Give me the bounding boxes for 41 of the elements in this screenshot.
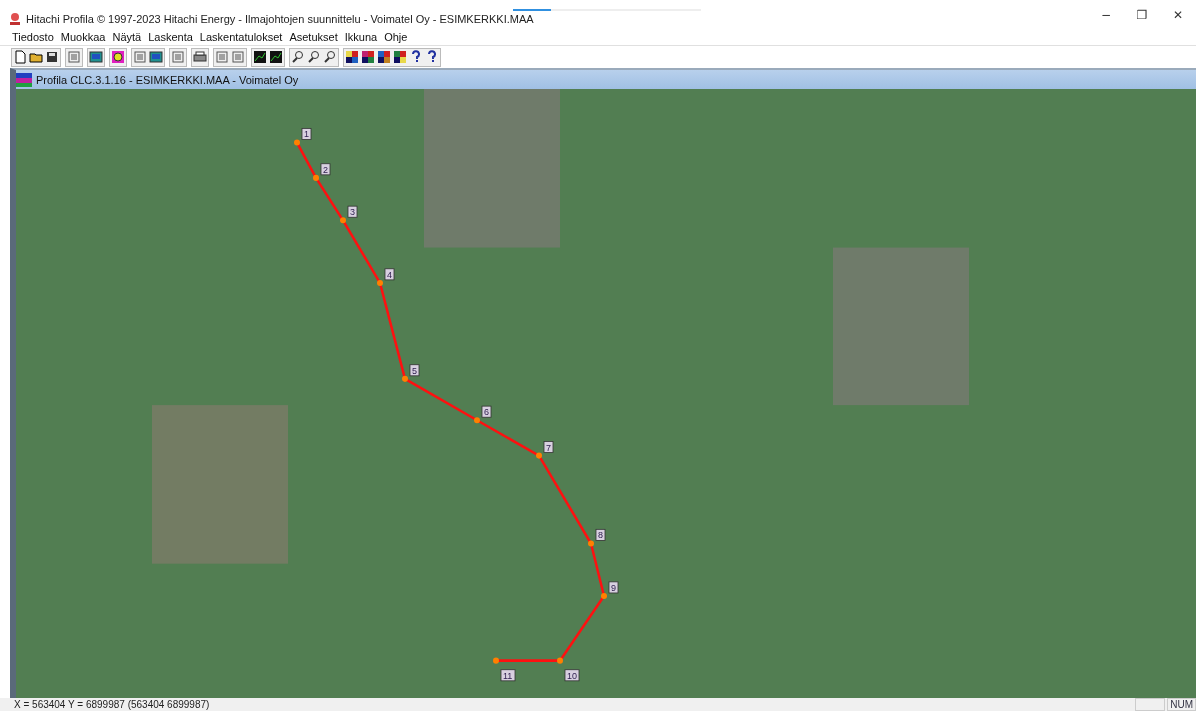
tower-label: 6 [481,405,492,418]
color-grid-button[interactable] [360,48,376,66]
document-button[interactable] [12,48,28,66]
tower-label: 4 [384,268,395,281]
target-button[interactable] [110,48,126,66]
window-title: Hitachi Profila © 1997-2023 Hitachi Energy - Ilmajohtojen suunnittelu - Voimatel Oy - ESIMKERKKI.MAA [26,12,534,25]
zoom-out-button[interactable] [322,48,338,66]
profile-button[interactable] [252,48,268,66]
tower-label: 8 [595,528,606,541]
menu-item[interactable]: Asetukset [289,31,338,43]
tower-label: 9 [608,581,619,594]
menu-item[interactable]: Laskenta [148,31,193,43]
menu-item[interactable]: Laskentatulokset [199,31,283,43]
menu-item[interactable]: Ikkuna [344,31,378,43]
close-button[interactable]: ✕ [1160,0,1196,29]
spectrum-button[interactable] [268,48,284,66]
tower-label: 10 [564,669,580,682]
menu-item[interactable]: Näytä [112,31,142,43]
tower-label: 2 [320,163,331,176]
document-title: Profila CLC.3.1.16 - ESIMKERKKI.MAA - Voimatel Oy [36,73,299,86]
status-coordinates: X = 563404 Y = 6899987 (563404 6899987) [14,699,210,710]
status-indicator: NUM [1167,698,1196,711]
tower-label: 1 [301,128,312,140]
color-grid-button[interactable] [376,48,392,66]
menu-item[interactable]: Tiedosto [12,31,54,43]
tower-label: 11 [500,669,516,682]
zoom-in-button[interactable] [306,48,322,66]
tower-label: 7 [543,441,554,453]
color-grid-button[interactable] [392,48,408,66]
tower-label: 5 [409,364,420,377]
restore-button[interactable]: ❐ [1124,0,1160,29]
menu-item[interactable]: Ohje [384,31,408,43]
color-grid-button[interactable] [344,48,360,66]
screen-button[interactable] [148,48,164,66]
tower-label: 3 [347,205,358,218]
zoom-button[interactable] [290,48,306,66]
app-logo-icon [8,11,22,26]
minimize-button[interactable]: − [1088,0,1124,29]
document-icon [16,72,32,87]
status-panel [1135,698,1166,711]
menu-item[interactable]: Muokkaa [60,31,106,43]
